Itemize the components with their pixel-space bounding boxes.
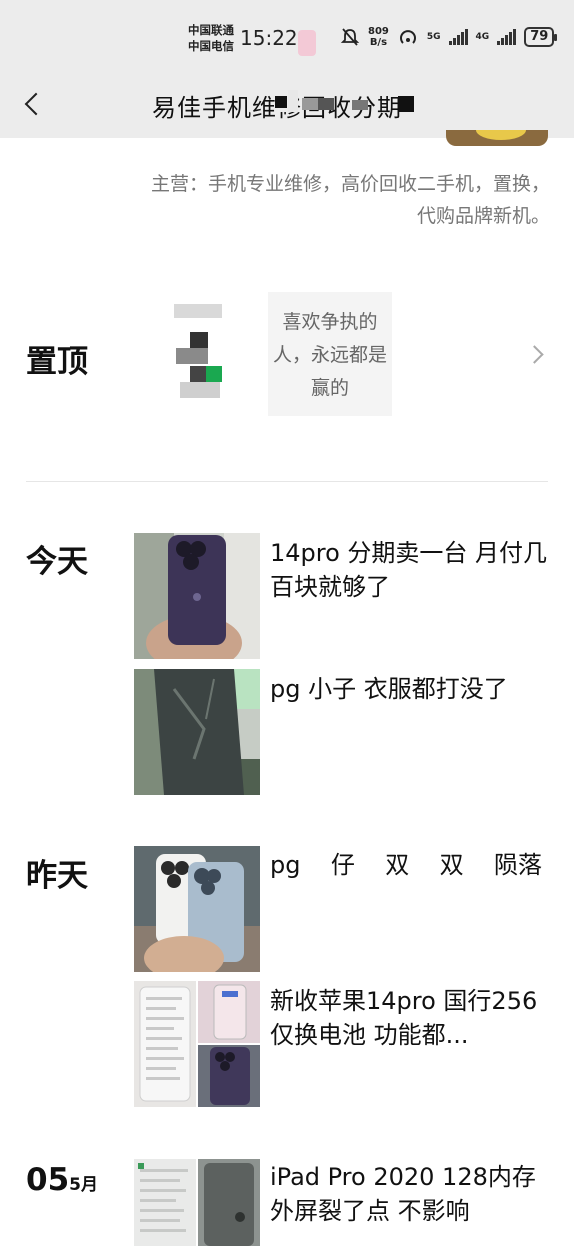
- date-yesterday: 昨天: [26, 858, 88, 894]
- date-today: 今天: [26, 544, 88, 580]
- post-text-words[interactable]: pg 仔 双 双 陨落: [270, 848, 542, 882]
- post-text[interactable]: 14pro 分期卖一台 月付几百块就够了: [270, 536, 550, 604]
- signal-5g-icon: [448, 29, 468, 45]
- chevron-right-icon[interactable]: [526, 344, 546, 364]
- redaction-mask: [288, 90, 298, 112]
- redaction-block: [352, 100, 368, 110]
- notification-icon: [298, 30, 316, 56]
- business-description: 主营：手机专业维修，高价回收二手机，置换，代购品牌新机。: [150, 173, 550, 227]
- post-word: 双: [439, 851, 464, 879]
- post-word: 双: [385, 851, 410, 879]
- profile-avatar[interactable]: [446, 130, 548, 146]
- post-thumbnail-collage[interactable]: [134, 1159, 260, 1246]
- status-icons: 809 B/s 5G 4G 79: [340, 26, 558, 48]
- carrier-1: 中国联通: [188, 23, 234, 37]
- post-word: pg: [270, 851, 301, 879]
- post-text[interactable]: iPad Pro 2020 128内存 外屏裂了点 不影响: [270, 1160, 550, 1228]
- post-thumbnail[interactable]: [134, 669, 260, 795]
- redaction-block: [275, 96, 287, 108]
- net-speed: 809 B/s: [368, 26, 389, 48]
- mute-bell-icon: [340, 28, 360, 46]
- status-bar: 中国联通 中国电信 15:22 809 B/s 5G 4G 79: [0, 0, 574, 70]
- post-text[interactable]: pg 小子 衣服都打没了: [270, 672, 550, 706]
- redaction-block: [398, 96, 414, 112]
- carrier-info: 中国联通 中国电信: [188, 22, 234, 54]
- date-may-5: 055月: [26, 1162, 98, 1198]
- section-divider: [26, 481, 548, 482]
- post-text[interactable]: 新收苹果14pro 国行256 仅换电池 功能都...: [270, 984, 550, 1052]
- net-speed-unit: B/s: [369, 37, 388, 48]
- pinned-label: 置顶: [26, 344, 88, 380]
- app-header: 易佳手机维修回收分期: [0, 70, 574, 138]
- status-time: 15:22: [240, 26, 298, 50]
- net-speed-value: 809: [368, 26, 389, 37]
- battery-icon: 79: [524, 27, 558, 47]
- post-word: 陨落: [493, 851, 542, 879]
- date-day-number: 05: [26, 1162, 70, 1198]
- redaction-block: [302, 98, 318, 110]
- hotspot-icon: [399, 30, 416, 44]
- post-thumbnail[interactable]: [134, 533, 260, 659]
- redaction-block: [318, 98, 334, 110]
- network-5g-label: 5G: [426, 32, 441, 42]
- date-month: 5月: [69, 1175, 98, 1195]
- signal-4g-icon: [497, 29, 517, 45]
- post-word: 仔: [330, 851, 355, 879]
- post-thumbnail-collage[interactable]: [134, 981, 260, 1107]
- carrier-2: 中国电信: [188, 39, 234, 53]
- pinned-image[interactable]: [160, 298, 230, 408]
- network-4g-label: 4G: [475, 32, 490, 42]
- pinned-text-card[interactable]: 喜欢争执的人，永远都是赢的: [268, 292, 392, 416]
- post-thumbnail[interactable]: [134, 846, 260, 972]
- back-button[interactable]: [18, 84, 58, 124]
